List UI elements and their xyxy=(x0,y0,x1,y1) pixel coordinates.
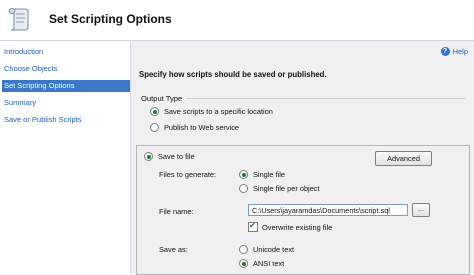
instruction-text: Specify how scripts should be saved or p… xyxy=(139,70,327,79)
radio-label: Save scripts to a specific location xyxy=(164,107,273,116)
save-to-file-panel: Save to file Advanced Files to generate:… xyxy=(136,145,470,275)
file-name-input[interactable]: C:\Users\jayaramdas\Documents\script.sql xyxy=(248,204,408,216)
checkbox-box xyxy=(248,221,258,232)
radio-dot xyxy=(239,184,248,193)
radio-label: Unicode text xyxy=(253,245,295,254)
main-content: ? Help Specify how scripts should be sav… xyxy=(131,41,474,275)
files-to-generate-label: Files to generate: xyxy=(159,170,217,179)
radio-dot xyxy=(239,245,248,254)
script-scroll-icon xyxy=(8,8,29,31)
radio-label: Single file per object xyxy=(253,184,320,193)
sidebar-item-introduction[interactable]: Introduction xyxy=(2,46,130,58)
sidebar-item-choose-objects[interactable]: Choose Objects xyxy=(2,63,130,75)
radio-label: Save to file xyxy=(158,152,195,161)
wizard-header: Set Scripting Options xyxy=(0,0,474,41)
advanced-button[interactable]: Advanced xyxy=(375,151,432,166)
radio-dot xyxy=(150,107,159,116)
save-as-label: Save as: xyxy=(159,245,188,254)
radio-save-to-file[interactable]: Save to file xyxy=(144,152,195,161)
wizard-sidebar: Introduction Choose Objects Set Scriptin… xyxy=(0,41,131,274)
output-type-divider xyxy=(187,98,465,99)
radio-unicode-text[interactable]: Unicode text xyxy=(239,245,294,254)
radio-dot xyxy=(239,259,248,268)
radio-dot xyxy=(144,152,153,161)
output-type-label: Output Type xyxy=(141,94,183,103)
radio-single-file-per-object[interactable]: Single file per object xyxy=(239,184,320,193)
radio-label: Publish to Web service xyxy=(164,123,240,132)
radio-single-file[interactable]: Single file xyxy=(239,170,285,179)
page-title: Set Scripting Options xyxy=(49,12,172,26)
radio-dot xyxy=(239,170,248,179)
checkbox-label: Overwrite existing file xyxy=(262,222,333,232)
radio-dot xyxy=(150,123,159,132)
sidebar-item-save-or-publish[interactable]: Save or Publish Scripts xyxy=(2,114,130,126)
sidebar-item-set-scripting-options[interactable]: Set Scripting Options xyxy=(2,80,130,92)
help-icon: ? xyxy=(440,47,450,56)
browse-button[interactable]: ... xyxy=(412,203,430,217)
overwrite-checkbox[interactable]: Overwrite existing file xyxy=(248,221,333,232)
radio-save-to-location[interactable]: Save scripts to a specific location xyxy=(150,107,273,116)
sidebar-item-summary[interactable]: Summary xyxy=(2,97,130,109)
radio-ansi-text[interactable]: ANSI text xyxy=(239,259,284,268)
file-name-label: File name: xyxy=(159,207,194,216)
radio-label: Single file xyxy=(253,170,286,179)
help-label: Help xyxy=(452,47,468,56)
help-link[interactable]: ? Help xyxy=(440,47,468,56)
radio-label: ANSI text xyxy=(253,259,285,268)
radio-publish-web-service[interactable]: Publish to Web service xyxy=(150,123,239,132)
